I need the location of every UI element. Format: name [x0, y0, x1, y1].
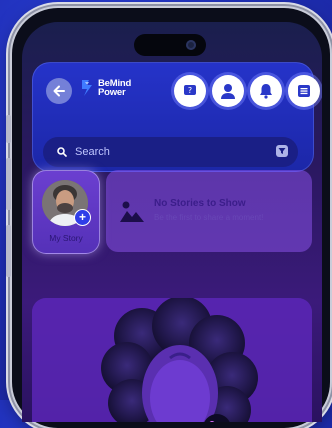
filter-icon — [278, 148, 286, 154]
phone-side-button — [6, 225, 11, 277]
phone-side-button — [6, 158, 11, 210]
post-card[interactable] — [32, 298, 312, 422]
post-image — [32, 298, 312, 422]
bell-icon — [260, 84, 272, 99]
back-arrow-icon — [53, 85, 65, 97]
image-placeholder-icon — [120, 201, 144, 222]
my-story-card[interactable]: + My Story — [32, 170, 100, 254]
logo-mark-icon — [82, 80, 92, 96]
brand-name-line2: Power — [98, 87, 126, 98]
notifications-button[interactable] — [250, 75, 282, 107]
empty-stories-card: No Stories to Show Be the first to share… — [106, 170, 312, 252]
menu-button[interactable] — [288, 75, 320, 107]
plus-icon: + — [78, 210, 86, 224]
app-screen: BeMind Power ? Search + My Story No Stor… — [22, 22, 322, 422]
app-header: BeMind Power ? Search — [32, 62, 320, 172]
help-button[interactable]: ? — [174, 75, 206, 107]
search-input[interactable]: Search — [75, 146, 110, 158]
add-story-button[interactable]: + — [74, 209, 91, 226]
search-icon — [57, 147, 67, 157]
camera-icon — [186, 40, 196, 50]
help-chat-icon: ? — [184, 85, 196, 95]
app-logo: BeMind Power — [80, 79, 131, 97]
empty-stories-title: No Stories to Show — [154, 198, 246, 209]
menu-list-icon — [298, 85, 310, 97]
camera-notch — [134, 34, 206, 56]
profile-icon — [221, 84, 235, 99]
search-bar[interactable]: Search — [43, 137, 298, 167]
my-story-label: My Story — [49, 233, 83, 243]
back-button[interactable] — [46, 78, 72, 104]
profile-button[interactable] — [212, 75, 244, 107]
empty-stories-subtitle: Be the first to share a moment! — [154, 213, 264, 222]
filter-button[interactable] — [276, 145, 288, 157]
phone-side-button — [6, 115, 11, 143]
svg-text:?: ? — [188, 86, 192, 95]
